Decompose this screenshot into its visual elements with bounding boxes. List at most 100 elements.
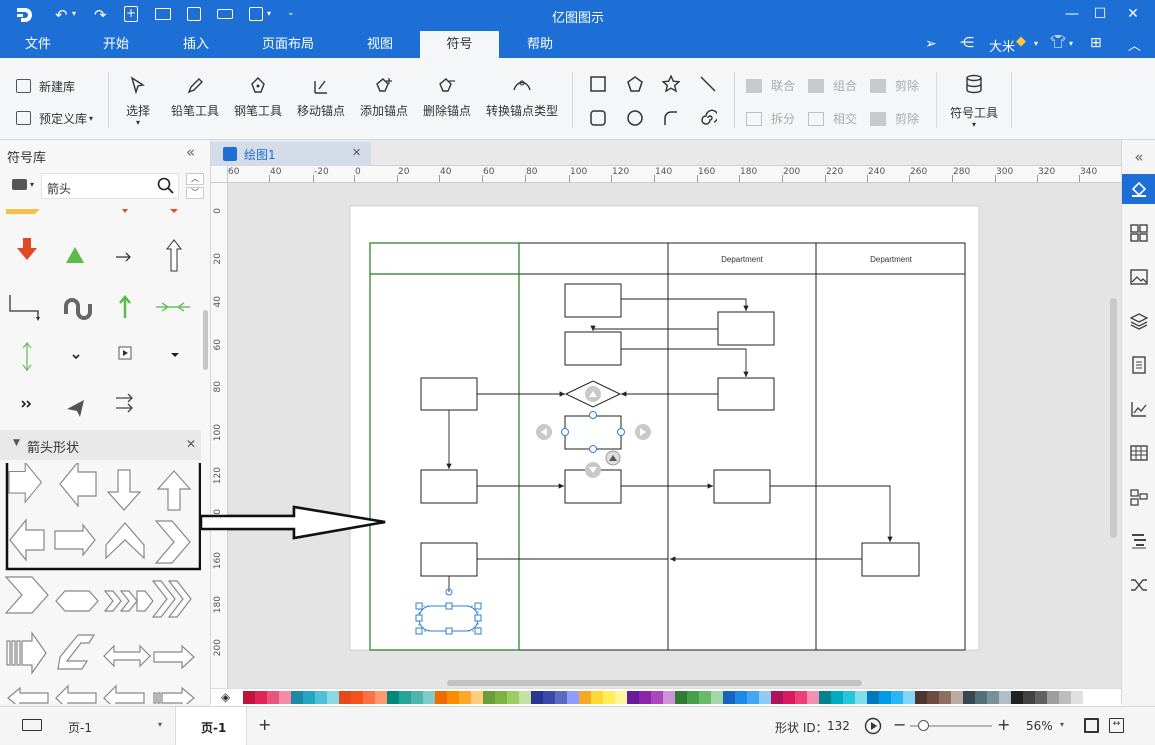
page-properties-button[interactable] — [1122, 350, 1155, 380]
pen-tool-button[interactable]: 钢笔工具 — [231, 76, 285, 119]
table-button[interactable] — [1122, 438, 1155, 468]
undo-icon[interactable]: ↶ — [55, 6, 68, 24]
color-swatch[interactable] — [315, 691, 327, 704]
collapse-panel-icon[interactable]: « — [186, 143, 195, 161]
add-anchor-button[interactable]: 添加锚点 — [357, 76, 411, 119]
zoom-slider-thumb[interactable] — [918, 720, 929, 731]
tab-home[interactable]: 开始 — [92, 31, 140, 58]
color-swatch[interactable] — [771, 691, 783, 704]
fill-tool-button[interactable] — [1122, 174, 1155, 204]
color-swatch[interactable] — [603, 691, 615, 704]
org-chart-button[interactable] — [1122, 482, 1155, 512]
collapse-right-panel[interactable]: « — [1122, 142, 1155, 172]
color-swatch[interactable] — [999, 691, 1011, 704]
color-swatch[interactable] — [291, 691, 303, 704]
color-swatch[interactable] — [675, 691, 687, 704]
search-icon[interactable] — [157, 177, 174, 194]
open-folder-icon[interactable] — [155, 8, 171, 20]
line-shape-icon[interactable] — [699, 75, 717, 93]
color-swatch[interactable] — [903, 691, 915, 704]
cut-button[interactable]: 剪除 — [870, 110, 919, 127]
color-swatch[interactable] — [711, 691, 723, 704]
color-swatch[interactable] — [807, 691, 819, 704]
color-swatch[interactable] — [855, 691, 867, 704]
color-swatch[interactable] — [531, 691, 543, 704]
color-swatch[interactable] — [915, 691, 927, 704]
export-icon[interactable] — [249, 7, 263, 21]
color-swatch[interactable] — [831, 691, 843, 704]
color-swatch[interactable] — [327, 691, 339, 704]
color-swatch[interactable] — [987, 691, 999, 704]
delete-anchor-button[interactable]: 删除锚点 — [420, 76, 474, 119]
color-swatch[interactable] — [591, 691, 603, 704]
union-button[interactable]: 联合 — [746, 77, 795, 94]
rounded-rectangle-shape-icon[interactable] — [589, 109, 607, 127]
document-tab[interactable]: 绘图1 ✕ — [211, 142, 371, 166]
color-swatch[interactable] — [1023, 691, 1035, 704]
skin-icon[interactable]: 👕︎ — [1050, 35, 1067, 50]
send-icon[interactable]: ➢ — [925, 36, 937, 52]
color-swatch[interactable] — [759, 691, 771, 704]
spiral-shape-icon[interactable] — [699, 109, 717, 127]
user-dropdown-icon[interactable]: ▾ — [1034, 39, 1038, 48]
color-swatch[interactable] — [891, 691, 903, 704]
collapse-ribbon-icon[interactable]: ︿ — [1128, 35, 1141, 54]
page-selector-dropdown-icon[interactable]: ▾ — [158, 720, 162, 729]
color-swatch[interactable] — [783, 691, 795, 704]
page-tab[interactable]: 页-1 — [175, 707, 247, 745]
color-swatch[interactable] — [423, 691, 435, 704]
color-swatch[interactable] — [579, 691, 591, 704]
scrollbar-thumb[interactable] — [203, 310, 208, 370]
color-swatch[interactable] — [243, 691, 255, 704]
vip-diamond-icon[interactable]: ◆ — [1016, 34, 1026, 49]
close-button[interactable]: ✕ — [1118, 0, 1148, 31]
share-icon[interactable]: ⋲ — [960, 35, 974, 51]
color-swatch[interactable] — [507, 691, 519, 704]
color-swatch[interactable] — [351, 691, 363, 704]
vertical-scrollbar-thumb[interactable] — [1110, 298, 1117, 538]
color-swatch[interactable] — [663, 691, 675, 704]
tab-file[interactable]: 文件 — [14, 31, 62, 58]
horizontal-scrollbar-thumb[interactable] — [447, 680, 862, 686]
color-swatch[interactable] — [639, 691, 651, 704]
skin-dropdown-icon[interactable]: ▾ — [1069, 39, 1073, 48]
subtract-button[interactable]: 剪除 — [870, 77, 919, 94]
color-swatch[interactable] — [411, 691, 423, 704]
color-swatch[interactable] — [267, 691, 279, 704]
tab-view[interactable]: 视图 — [356, 31, 404, 58]
pentagon-shape-icon[interactable] — [626, 75, 644, 93]
split-button[interactable]: 拆分 — [746, 110, 795, 127]
combine-button[interactable]: 组合 — [808, 77, 857, 94]
color-swatch[interactable] — [375, 691, 387, 704]
color-swatch[interactable] — [735, 691, 747, 704]
color-swatch[interactable] — [651, 691, 663, 704]
color-swatch[interactable] — [1047, 691, 1059, 704]
color-swatch[interactable] — [387, 691, 399, 704]
tab-insert[interactable]: 插入 — [172, 31, 220, 58]
close-tab-icon[interactable]: ✕ — [352, 146, 361, 159]
image-button[interactable] — [1122, 262, 1155, 292]
layout-button[interactable] — [1122, 218, 1155, 248]
page-selector[interactable]: 页-1 — [68, 719, 92, 736]
color-swatch[interactable] — [303, 691, 315, 704]
color-swatch[interactable] — [1059, 691, 1071, 704]
color-swatch[interactable] — [819, 691, 831, 704]
color-swatch[interactable] — [543, 691, 555, 704]
color-swatch[interactable] — [843, 691, 855, 704]
color-swatch[interactable] — [567, 691, 579, 704]
export-dropdown-icon[interactable]: ▾ — [267, 9, 271, 18]
color-swatch[interactable] — [975, 691, 987, 704]
color-swatch[interactable] — [747, 691, 759, 704]
zoom-out-icon[interactable]: − — [893, 715, 906, 734]
color-swatch[interactable] — [963, 691, 975, 704]
color-swatch[interactable] — [363, 691, 375, 704]
play-icon[interactable] — [864, 717, 882, 735]
color-swatch[interactable] — [555, 691, 567, 704]
color-swatch[interactable] — [1011, 691, 1023, 704]
color-swatch[interactable] — [627, 691, 639, 704]
user-name[interactable]: 大米 — [989, 36, 1015, 55]
zoom-slider[interactable] — [910, 720, 992, 731]
star-shape-icon[interactable] — [662, 75, 680, 93]
layers-button[interactable] — [1122, 306, 1155, 336]
color-swatch[interactable] — [867, 691, 879, 704]
